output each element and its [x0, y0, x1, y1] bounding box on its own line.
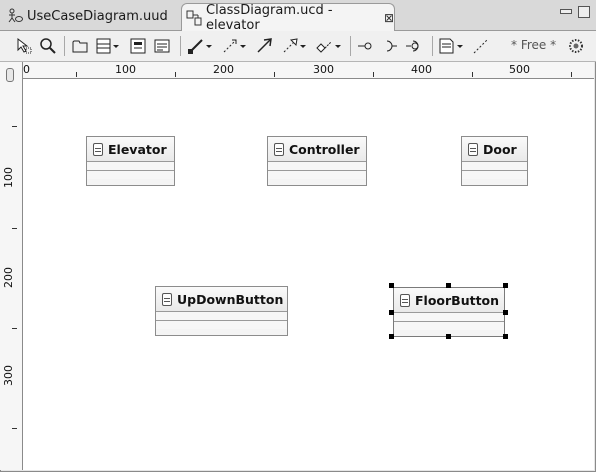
class-icon[interactable] — [94, 36, 122, 56]
class-box-floorbutton[interactable]: FloorButton — [393, 287, 505, 337]
ruler-tick — [175, 72, 176, 77]
ruler-tick — [12, 428, 17, 429]
class-header: Door — [462, 137, 527, 161]
class-box-door[interactable]: Door — [461, 136, 528, 186]
selection-handle[interactable] — [446, 283, 451, 288]
close-icon[interactable]: ⊠ — [384, 11, 394, 25]
usecase-diagram-icon — [7, 8, 23, 24]
operations-compartment — [462, 170, 527, 179]
attributes-compartment — [87, 161, 174, 170]
ruler-label: 200 — [213, 63, 234, 76]
palette-toolbar: * Free * — [0, 31, 596, 62]
enum-icon[interactable] — [152, 36, 172, 56]
provided-interface-icon[interactable] — [355, 36, 375, 56]
ruler-tick — [12, 126, 17, 127]
selection-handle[interactable] — [503, 334, 508, 339]
class-box-controller[interactable]: Controller — [267, 136, 367, 186]
operations-compartment — [87, 170, 174, 179]
operations-compartment — [394, 321, 504, 330]
ruler-label: 300 — [2, 365, 15, 386]
operations-compartment — [268, 170, 366, 179]
ruler-tick — [373, 72, 374, 77]
toolbar-separator — [432, 36, 433, 56]
aggregation-icon[interactable] — [313, 36, 345, 56]
class-header: FloorButton — [394, 288, 504, 312]
ruler-label: 100 — [115, 63, 136, 76]
ruler-label: 400 — [411, 63, 432, 76]
attributes-compartment — [156, 311, 287, 320]
note-icon[interactable] — [437, 36, 467, 56]
interface-icon[interactable] — [128, 36, 148, 56]
class-name: Controller — [289, 141, 360, 157]
tab-label: UseCaseDiagram.uud — [27, 8, 168, 24]
selection-handle[interactable] — [389, 310, 394, 315]
attributes-compartment — [268, 161, 366, 170]
package-icon[interactable] — [70, 36, 90, 56]
class-header: Elevator — [87, 137, 174, 161]
toolbar-separator — [64, 36, 65, 56]
class-name: Elevator — [108, 141, 167, 157]
zoom-icon[interactable] — [38, 36, 58, 56]
operations-compartment — [156, 320, 287, 329]
free-label: * Free * — [511, 38, 557, 52]
port-icon[interactable] — [404, 36, 426, 56]
selection-handle[interactable] — [389, 334, 394, 339]
toolbar-separator — [180, 36, 181, 56]
ruler-tick — [472, 72, 473, 77]
class-icon — [468, 142, 478, 156]
class-icon — [93, 142, 103, 156]
horizontal-ruler: 0 100 200 300 400 500 — [22, 62, 594, 79]
ruler-label: 100 — [2, 167, 15, 188]
class-header: UpDownButton — [156, 287, 287, 311]
tab-bar: UseCaseDiagram.uud ClassDiagram.ucd - el… — [0, 0, 596, 33]
ruler-tick — [12, 328, 17, 329]
class-diagram-icon — [186, 10, 202, 26]
tab-usecase-diagram[interactable]: UseCaseDiagram.uud — [3, 3, 179, 29]
note-link-icon[interactable] — [471, 36, 491, 56]
class-icon — [274, 142, 284, 156]
ruler-origin-marker — [6, 68, 14, 82]
ruler-label: 300 — [313, 63, 334, 76]
ruler-label: 0 — [23, 63, 30, 76]
class-name: FloorButton — [415, 292, 500, 308]
diagram-canvas[interactable]: Elevator Controller Door UpDownButton Fl — [23, 79, 594, 470]
ruler-label: 500 — [509, 63, 530, 76]
class-header: Controller — [268, 137, 366, 161]
tab-label: ClassDiagram.ucd - elevator — [206, 2, 333, 33]
dependency-icon[interactable] — [220, 36, 250, 56]
attributes-compartment — [394, 312, 504, 321]
class-name: Door — [483, 141, 517, 157]
selection-handle[interactable] — [503, 310, 508, 315]
maximize-icon[interactable] — [578, 6, 590, 18]
ruler-tick — [76, 72, 77, 77]
vertical-ruler: 100 200 300 — [0, 62, 23, 470]
ruler-label: 200 — [2, 267, 15, 288]
ruler-tick — [12, 228, 17, 229]
selection-handle[interactable] — [389, 283, 394, 288]
class-box-updownbutton[interactable]: UpDownButton — [155, 286, 288, 336]
ruler-tick — [571, 72, 572, 77]
class-icon — [400, 293, 410, 307]
selection-handle[interactable] — [503, 283, 508, 288]
class-box-elevator[interactable]: Elevator — [86, 136, 175, 186]
class-icon — [162, 292, 172, 306]
required-interface-icon[interactable] — [380, 36, 400, 56]
palette-icon[interactable] — [566, 36, 586, 56]
toolbar-separator — [350, 36, 351, 56]
window-controls — [560, 6, 590, 18]
association-icon[interactable] — [186, 36, 216, 56]
minimize-icon[interactable] — [560, 9, 572, 14]
realization-icon[interactable] — [280, 36, 310, 56]
class-name: UpDownButton — [177, 291, 284, 307]
select-icon[interactable] — [14, 36, 34, 56]
selection-handle[interactable] — [446, 334, 451, 339]
tab-class-diagram[interactable]: ClassDiagram.ucd - elevator ⊠ — [181, 2, 395, 33]
ruler-tick — [274, 72, 275, 77]
attributes-compartment — [462, 161, 527, 170]
generalization-icon[interactable] — [254, 36, 276, 56]
